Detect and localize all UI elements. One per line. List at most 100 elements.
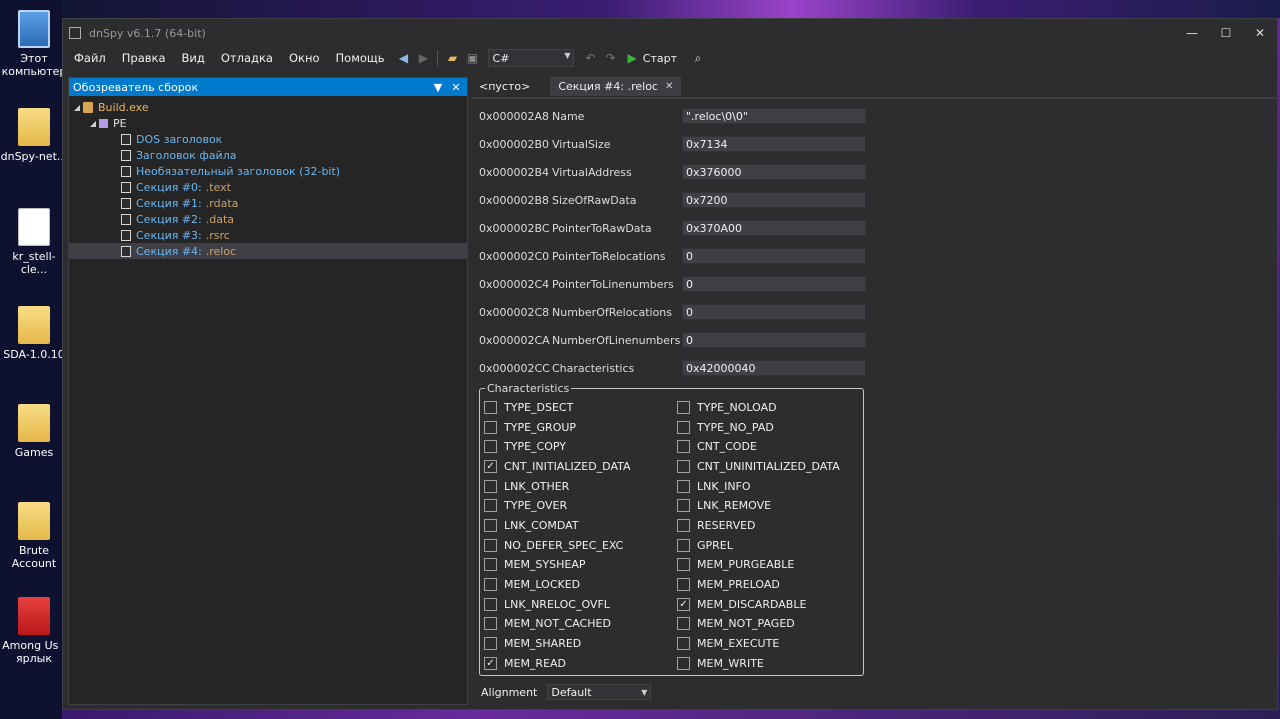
close-button[interactable]: ✕ — [1243, 26, 1277, 40]
checkbox-box[interactable] — [484, 421, 497, 434]
navigate-back-icon[interactable]: ◀ — [395, 49, 413, 67]
tree-node-optional-header[interactable]: Необязательный заголовок (32-bit) — [69, 163, 467, 179]
checkbox-box[interactable] — [677, 519, 690, 532]
menu-help[interactable]: Помощь — [328, 51, 393, 65]
checkbox-box[interactable] — [484, 637, 497, 650]
checkbox-box[interactable] — [677, 617, 690, 630]
checkbox-no-defer-spec-exc[interactable]: NO_DEFER_SPEC_EXC — [484, 538, 623, 553]
tree-node-dos-header[interactable]: DOS заголовок — [69, 131, 467, 147]
checkbox-box[interactable] — [677, 657, 690, 670]
tree-node-section-0[interactable]: Секция #0: .text — [69, 179, 467, 195]
tab-section-4-reloc[interactable]: Секция #4: .reloc ✕ — [550, 77, 682, 96]
checkbox-box[interactable] — [677, 499, 690, 512]
checkbox-box[interactable] — [484, 617, 497, 630]
checkbox-box[interactable] — [484, 539, 497, 552]
checkbox-gprel[interactable]: GPREL — [677, 538, 733, 553]
save-icon[interactable]: ▣ — [464, 49, 482, 67]
checkbox-type-group[interactable]: TYPE_GROUP — [484, 420, 576, 435]
checkbox-box[interactable] — [484, 480, 497, 493]
field-value-input[interactable]: 0x42000040 — [682, 360, 866, 376]
desktop-icon-dnspy[interactable]: dnSpy-net... — [0, 108, 68, 163]
checkmark-icon[interactable]: ✓ — [484, 460, 497, 473]
tree-node-section-1[interactable]: Секция #1: .rdata — [69, 195, 467, 211]
tab-empty[interactable]: <пусто> — [471, 77, 538, 96]
checkbox-mem-discardable[interactable]: ✓ MEM_DISCARDABLE — [677, 597, 806, 612]
desktop-icon-sda[interactable]: SDA-1.0.10 — [0, 306, 68, 361]
maximize-button[interactable]: ☐ — [1209, 26, 1243, 40]
checkbox-type-over[interactable]: TYPE_OVER — [484, 498, 567, 513]
checkbox-box[interactable] — [677, 558, 690, 571]
checkbox-box[interactable] — [677, 637, 690, 650]
tree-node-section-2[interactable]: Секция #2: .data — [69, 211, 467, 227]
field-value-input[interactable]: 0x7200 — [682, 192, 866, 208]
checkbox-box[interactable] — [484, 578, 497, 591]
checkbox-lnk-other[interactable]: LNK_OTHER — [484, 479, 569, 494]
field-value-input[interactable]: 0 — [682, 304, 866, 320]
checkbox-mem-not-paged[interactable]: MEM_NOT_PAGED — [677, 616, 795, 631]
checkbox-box[interactable] — [677, 578, 690, 591]
checkmark-icon[interactable]: ✓ — [484, 657, 497, 670]
expand-arrow-icon[interactable]: ◢ — [87, 119, 99, 128]
menu-window[interactable]: Окно — [281, 51, 328, 65]
menu-edit[interactable]: Правка — [114, 51, 174, 65]
checkbox-mem-preload[interactable]: MEM_PRELOAD — [677, 577, 780, 592]
field-value-input[interactable]: 0 — [682, 276, 866, 292]
checkbox-type-dsect[interactable]: TYPE_DSECT — [484, 400, 573, 415]
checkbox-box[interactable] — [677, 460, 690, 473]
tab-close-icon[interactable]: ✕ — [665, 81, 673, 92]
tree-node-section-4[interactable]: Секция #4: .reloc — [69, 243, 467, 259]
checkbox-mem-sysheap[interactable]: MEM_SYSHEAP — [484, 557, 586, 572]
alignment-select[interactable]: Default ▼ — [547, 684, 652, 700]
panel-close-icon[interactable]: ✕ — [449, 81, 463, 94]
checkbox-box[interactable] — [484, 401, 497, 414]
checkbox-mem-purgeable[interactable]: MEM_PURGEABLE — [677, 557, 794, 572]
checkbox-mem-shared[interactable]: MEM_SHARED — [484, 636, 581, 651]
checkbox-box[interactable] — [484, 499, 497, 512]
desktop-icon-games[interactable]: Games — [0, 404, 68, 459]
checkbox-box[interactable] — [677, 421, 690, 434]
field-value-input[interactable]: 0 — [682, 332, 866, 348]
title-bar[interactable]: dnSpy v6.1.7 (64-bit) — ☐ ✕ — [63, 19, 1277, 47]
checkbox-box[interactable] — [677, 440, 690, 453]
tree-node-build-exe[interactable]: ◢ Build.exe — [69, 99, 467, 115]
checkbox-mem-write[interactable]: MEM_WRITE — [677, 656, 764, 671]
start-button[interactable]: ▶ Старт — [628, 51, 677, 65]
checkbox-mem-locked[interactable]: MEM_LOCKED — [484, 577, 580, 592]
desktop-icon-among-us[interactable]: Among Us - ярлык — [0, 597, 68, 665]
desktop-icon-this-pc[interactable]: Этот компьютер — [0, 10, 68, 78]
tree-node-section-3[interactable]: Секция #3: .rsrc — [69, 227, 467, 243]
checkbox-box[interactable] — [484, 519, 497, 532]
undo-icon[interactable]: ↶ — [582, 49, 600, 67]
field-value-input[interactable]: ".reloc\0\0" — [682, 108, 866, 124]
checkbox-lnk-info[interactable]: LNK_INFO — [677, 479, 751, 494]
desktop-icon-brute-account[interactable]: Brute Account — [0, 502, 68, 570]
panel-dropdown-icon[interactable]: ▼ — [431, 81, 445, 94]
checkbox-box[interactable] — [677, 401, 690, 414]
tree-node-pe[interactable]: ◢ PE — [69, 115, 467, 131]
language-select[interactable]: C# ▼ — [487, 49, 574, 67]
field-value-input[interactable]: 0x7134 — [682, 136, 866, 152]
search-icon[interactable]: ⌕ — [689, 49, 707, 67]
checkbox-lnk-nreloc-ovfl[interactable]: LNK_NRELOC_OVFL — [484, 597, 610, 612]
tree-node-file-header[interactable]: Заголовок файла — [69, 147, 467, 163]
menu-debug[interactable]: Отладка — [213, 51, 281, 65]
checkbox-lnk-remove[interactable]: LNK_REMOVE — [677, 498, 771, 513]
checkbox-lnk-comdat[interactable]: LNK_COMDAT — [484, 518, 579, 533]
field-value-input[interactable]: 0x376000 — [682, 164, 866, 180]
checkbox-mem-not-cached[interactable]: MEM_NOT_CACHED — [484, 616, 611, 631]
checkbox-mem-execute[interactable]: MEM_EXECUTE — [677, 636, 779, 651]
checkmark-icon[interactable]: ✓ — [677, 598, 690, 611]
desktop-icon-kr-stell[interactable]: kr_stell-cle... — [0, 208, 68, 276]
checkbox-box[interactable] — [484, 598, 497, 611]
checkbox-box[interactable] — [484, 440, 497, 453]
minimize-button[interactable]: — — [1175, 26, 1209, 40]
expand-arrow-icon[interactable]: ◢ — [71, 103, 83, 112]
checkbox-cnt-initialized-data[interactable]: ✓ CNT_INITIALIZED_DATA — [484, 459, 631, 474]
checkbox-type-copy[interactable]: TYPE_COPY — [484, 439, 566, 454]
checkbox-cnt-code[interactable]: CNT_CODE — [677, 439, 757, 454]
checkbox-box[interactable] — [677, 539, 690, 552]
checkbox-type-noload[interactable]: TYPE_NOLOAD — [677, 400, 777, 415]
open-folder-icon[interactable]: ▰ — [444, 49, 462, 67]
checkbox-mem-read[interactable]: ✓ MEM_READ — [484, 656, 566, 671]
navigate-forward-icon[interactable]: ▶ — [415, 49, 433, 67]
